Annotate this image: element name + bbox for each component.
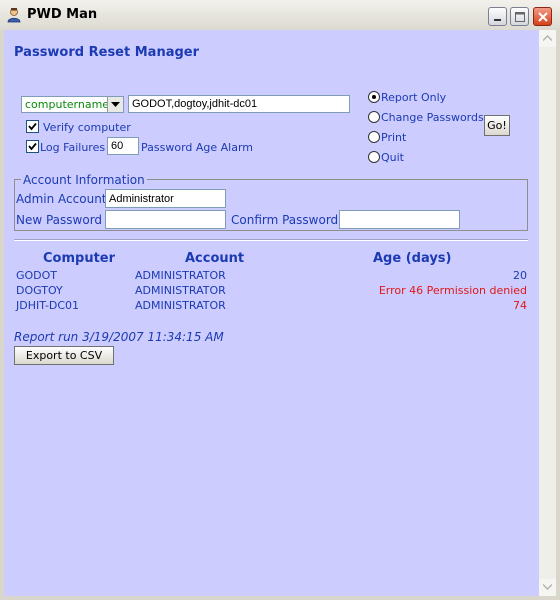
- scroll-down-icon: [543, 584, 552, 590]
- cell-age: 74: [513, 299, 527, 312]
- radio-change-passwords-label: Change Passwords: [381, 111, 484, 124]
- chevron-down-icon: [111, 102, 120, 107]
- new-password-input[interactable]: [105, 210, 226, 229]
- cell-computer: GODOT: [16, 269, 58, 282]
- age-alarm-input[interactable]: [107, 137, 139, 155]
- minimize-icon: [494, 19, 501, 21]
- admin-account-input[interactable]: [105, 189, 226, 208]
- window-title: PWD Man: [27, 7, 98, 22]
- admin-account-label: Admin Account: [16, 192, 107, 206]
- radio-quit[interactable]: [368, 151, 380, 163]
- close-icon: [538, 12, 548, 22]
- radio-print-label: Print: [381, 131, 407, 144]
- minimize-button[interactable]: [488, 7, 507, 26]
- checkmark-icon: [28, 122, 37, 131]
- cell-computer: DOGTOY: [16, 284, 63, 297]
- computers-input[interactable]: [128, 95, 350, 113]
- divider: [14, 239, 528, 241]
- page-title: Password Reset Manager: [14, 45, 200, 60]
- client-area: Password Reset Manager computername Veri…: [4, 30, 539, 596]
- maximize-icon: [515, 12, 525, 22]
- window-border: [0, 596, 560, 600]
- log-failures-checkbox[interactable]: [26, 140, 39, 153]
- cell-account: ADMINISTRATOR: [135, 269, 226, 282]
- scroll-up-button[interactable]: [539, 30, 556, 47]
- vertical-scrollbar[interactable]: [539, 30, 556, 596]
- close-button[interactable]: [533, 7, 552, 26]
- report-timestamp: Report run 3/19/2007 11:34:15 AM: [14, 330, 224, 344]
- window-border: [556, 30, 560, 600]
- title-bar[interactable]: PWD Man: [0, 0, 560, 31]
- column-header-computer: Computer: [43, 251, 116, 266]
- radio-print[interactable]: [368, 131, 380, 143]
- user-icon: [6, 7, 22, 23]
- cell-age-error: Error 46 Permission denied: [378, 284, 527, 297]
- dropdown-button[interactable]: [107, 97, 123, 112]
- new-password-label: New Password: [16, 213, 103, 227]
- target-type-select[interactable]: computername: [21, 96, 124, 113]
- radio-selected-dot: [372, 95, 376, 99]
- radio-change-passwords[interactable]: [368, 111, 380, 123]
- export-csv-button[interactable]: Export to CSV: [14, 346, 114, 365]
- cell-account: ADMINISTRATOR: [135, 284, 226, 297]
- target-type-value: computername: [25, 98, 110, 111]
- account-information-legend: Account Information: [21, 173, 147, 187]
- radio-report-only[interactable]: [368, 91, 380, 103]
- scroll-up-icon: [543, 35, 552, 41]
- cell-computer: JDHIT-DC01: [16, 299, 80, 312]
- cell-account: ADMINISTRATOR: [135, 299, 226, 312]
- column-header-age: Age (days): [373, 251, 452, 266]
- go-button[interactable]: Go!: [484, 115, 510, 136]
- maximize-button[interactable]: [510, 7, 529, 26]
- log-failures-label: Log Failures: [40, 141, 106, 154]
- verify-computer-label: Verify computer: [43, 121, 131, 134]
- confirm-password-label: Confirm Password: [231, 213, 339, 227]
- verify-computer-checkbox[interactable]: [26, 120, 39, 133]
- confirm-password-input[interactable]: [339, 210, 460, 229]
- checkmark-icon: [28, 142, 37, 151]
- column-header-account: Account: [185, 251, 245, 266]
- radio-quit-label: Quit: [381, 151, 404, 164]
- cell-age: 20: [513, 269, 527, 282]
- radio-report-only-label: Report Only: [381, 91, 447, 104]
- scroll-down-button[interactable]: [539, 579, 556, 596]
- age-alarm-label: Password Age Alarm: [141, 141, 254, 154]
